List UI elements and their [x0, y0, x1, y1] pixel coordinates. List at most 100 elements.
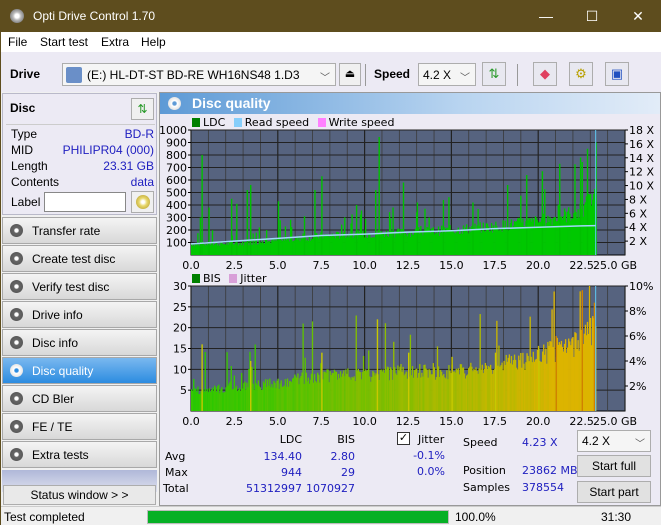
position-value: 23862 MB: [522, 464, 578, 477]
nav-item-disc-info[interactable]: Disc info: [2, 329, 157, 356]
x-tick-label: 25.0 GB: [593, 415, 637, 427]
nav-item-drive-info[interactable]: Drive info: [2, 301, 157, 328]
col-ldc: LDC: [279, 433, 302, 446]
eject-button[interactable]: ⏏: [339, 63, 361, 86]
y-tick-label: 1000: [160, 124, 187, 137]
elapsed-time: 31:30: [601, 510, 632, 524]
maximize-button[interactable]: ☐: [569, 1, 615, 32]
samples-label: Samples: [463, 481, 510, 494]
jitter-max: 0.0%: [417, 465, 445, 478]
data-spike: [579, 157, 582, 255]
jitter-checkbox[interactable]: ✓: [397, 432, 410, 445]
panel-header: Disc quality: [160, 93, 660, 114]
data-spike: [586, 148, 589, 255]
label-input[interactable]: [44, 192, 126, 212]
data-spike: [376, 319, 379, 411]
nav-item-extra-tests[interactable]: Extra tests: [2, 441, 157, 468]
y2-tick-label: 4%: [629, 355, 646, 368]
nav-item-create-test-disc[interactable]: Create test disc: [2, 245, 157, 272]
drive-icon: [66, 67, 82, 83]
close-button[interactable]: ✕: [615, 1, 661, 32]
data-spike: [355, 205, 358, 255]
toolbar-divider: [517, 64, 518, 86]
drive-label: Drive: [10, 67, 41, 81]
disc-value: PHILIPR04 (000): [62, 143, 154, 157]
disc-quality-icon: [168, 97, 181, 110]
data-spike: [416, 202, 419, 255]
app-window: Opti Drive Control 1.70 — ☐ ✕ File Start…: [0, 0, 661, 525]
test-speed-select[interactable]: 4.2 X ﹀: [577, 430, 651, 452]
disc-value: BD-R: [124, 127, 154, 141]
ldc-chart: 1002003004005006007008009001000 2 X4 X6 X…: [160, 124, 654, 271]
x-tick-label: 5.0: [269, 259, 287, 271]
speed-select[interactable]: 4.2 X ﹀: [418, 63, 476, 86]
data-spike: [451, 356, 453, 411]
nav-item-transfer-rate[interactable]: Transfer rate: [2, 217, 157, 244]
data-spike: [526, 175, 528, 255]
data-spike: [392, 207, 394, 255]
test-speed-value: 4.2 X: [582, 434, 611, 448]
jitter-avg: -0.1%: [413, 449, 445, 462]
disc-key: MID: [11, 143, 33, 157]
chevron-down-icon: ﹀: [320, 73, 330, 84]
eraser-icon: ◆: [540, 66, 550, 81]
disc-value: 23.31 GB: [103, 159, 154, 173]
x-tick-label: 15.0: [439, 259, 464, 271]
label-disc-button[interactable]: [131, 191, 154, 213]
start-part-button[interactable]: Start part: [577, 481, 651, 503]
toolbar-divider: [365, 64, 366, 86]
menu-extra[interactable]: Extra: [101, 35, 129, 49]
menu-start-test[interactable]: Start test: [40, 35, 88, 49]
nav-item-label: Create test disc: [32, 252, 116, 266]
nav-item-disc-quality[interactable]: Disc quality: [2, 357, 157, 384]
status-window-button[interactable]: Status window > >: [3, 485, 156, 505]
data-spike: [506, 185, 509, 255]
y-tick-label: 400: [166, 199, 187, 212]
disc-icon: [136, 195, 150, 209]
settings-button[interactable]: ⚙: [569, 62, 593, 86]
minimize-button[interactable]: —: [523, 1, 569, 32]
y2-tick-label: 16 X: [629, 138, 654, 151]
erase-button[interactable]: ◆: [533, 62, 557, 86]
y-tick-label: 200: [166, 224, 187, 237]
x-tick-label: 5.0: [269, 415, 287, 427]
y2-tick-label: 12 X: [629, 166, 654, 179]
disc-value: data: [130, 175, 154, 189]
menu-help[interactable]: Help: [141, 35, 166, 49]
menu-file[interactable]: File: [8, 35, 27, 49]
refresh-button[interactable]: ⇅: [482, 62, 506, 86]
y2-tick-label: 8 X: [629, 193, 647, 206]
nav-item-fe-te[interactable]: FE / TE: [2, 413, 157, 440]
disc-refresh-button[interactable]: ⇅: [131, 98, 154, 120]
y-tick-label: 20: [173, 322, 187, 335]
nav-item-verify-test-disc[interactable]: Verify test disc: [2, 273, 157, 300]
y2-tick-label: 6 X: [629, 207, 647, 220]
avg-bis: 2.80: [330, 450, 356, 463]
panel-title: Disc quality: [192, 95, 271, 111]
window-title: Opti Drive Control 1.70: [33, 9, 156, 23]
data-spike: [541, 171, 544, 255]
nav-item-label: Disc quality: [32, 364, 94, 378]
nav-item-cd-bler[interactable]: CD Bler: [2, 385, 157, 412]
y-tick-label: 15: [173, 343, 187, 356]
speed-label: Speed: [374, 67, 411, 81]
y2-tick-label: 2 X: [629, 235, 647, 248]
disc-key: Type: [11, 127, 38, 141]
save-button[interactable]: ▣: [605, 62, 629, 86]
start-full-button[interactable]: Start full: [577, 455, 651, 477]
data-spike: [303, 216, 306, 255]
progress-bar: [147, 510, 449, 524]
data-spike: [321, 176, 323, 255]
app-disc-icon: [10, 9, 24, 23]
data-spike: [246, 190, 248, 255]
disc-nav-icon: [10, 448, 23, 461]
drive-select[interactable]: (E:) HL-DT-ST BD-RE WH16NS48 1.D3 ﹀: [62, 63, 336, 86]
data-spike: [472, 202, 474, 255]
speed-stat-label: Speed: [463, 436, 498, 449]
y-tick-label: 10: [173, 363, 187, 376]
disc-nav-icon: [10, 364, 23, 377]
y2-tick-label: 8%: [629, 305, 646, 318]
menu-bar: File Start test Extra Help: [1, 32, 661, 52]
disc-nav-icon: [10, 308, 23, 321]
row-total-label: Total: [163, 482, 189, 495]
